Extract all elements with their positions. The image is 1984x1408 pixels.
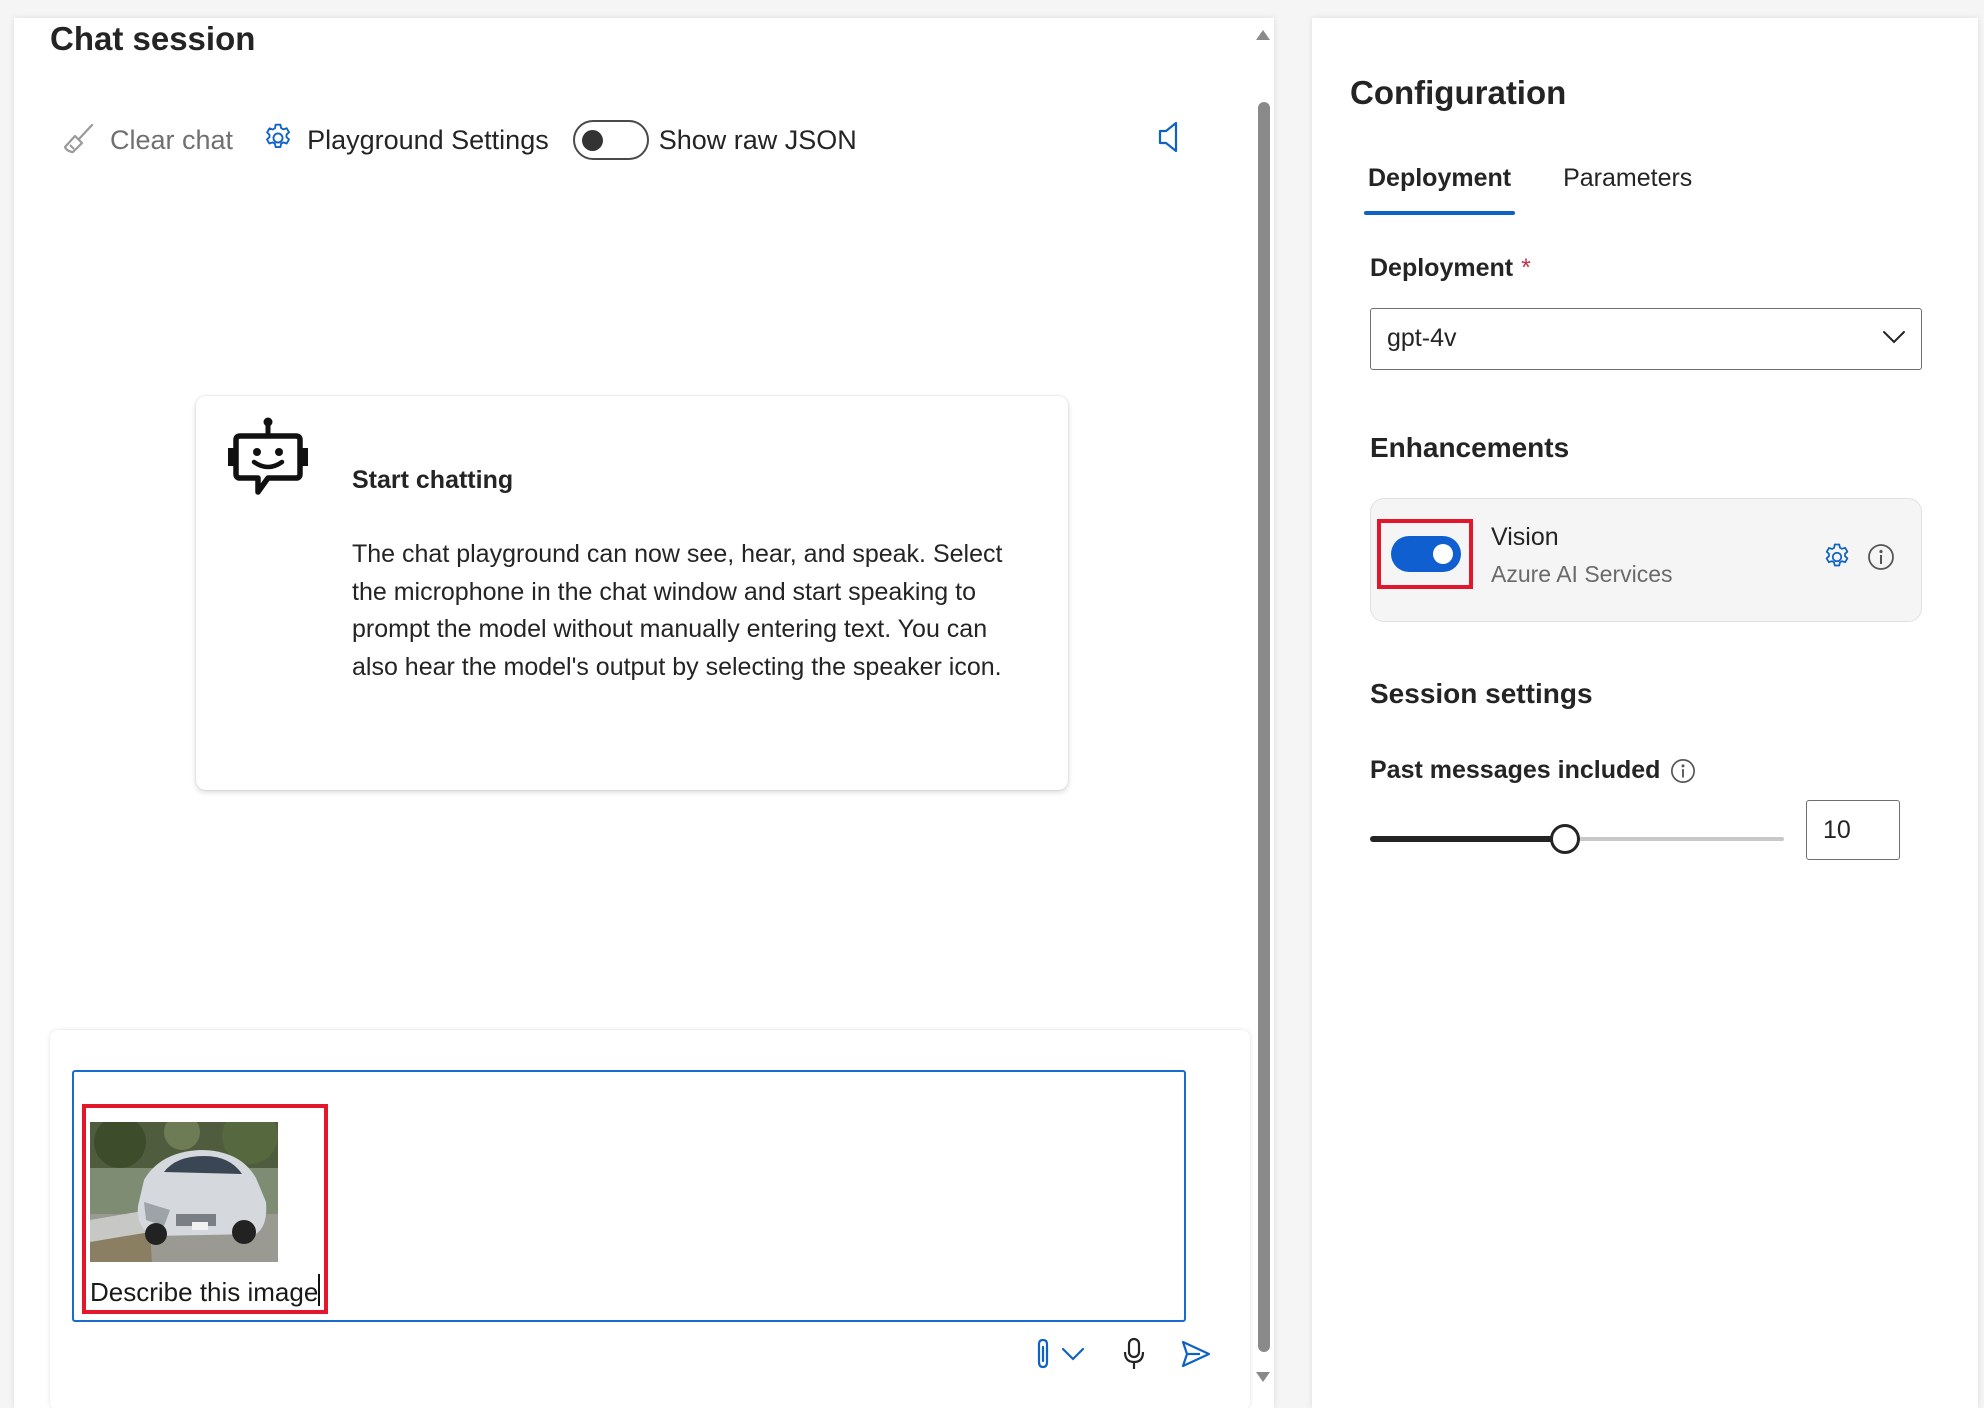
- vision-settings-button[interactable]: [1821, 541, 1853, 578]
- clear-chat-button[interactable]: Clear chat: [62, 121, 233, 160]
- speaker-icon: [1154, 121, 1184, 158]
- vision-enhancement-card: Vision Azure AI Services: [1370, 498, 1922, 622]
- info-icon: [1867, 544, 1895, 575]
- configuration-title: Configuration: [1350, 74, 1567, 111]
- show-raw-json-toggle[interactable]: Show raw JSON: [572, 120, 857, 160]
- start-chatting-heading: Start chatting: [352, 466, 514, 494]
- gear-icon: [261, 121, 295, 160]
- attach-menu-button[interactable]: [1060, 1346, 1086, 1367]
- chat-session-title: Chat session: [50, 20, 256, 57]
- tab-deployment[interactable]: Deployment: [1363, 164, 1516, 215]
- session-settings-heading: Session settings: [1370, 678, 1593, 709]
- chevron-down-icon: [1881, 329, 1907, 350]
- scrollbar-thumb[interactable]: [1258, 102, 1270, 1352]
- send-icon: [1180, 1339, 1212, 1374]
- deployment-dropdown[interactable]: gpt-4v: [1370, 308, 1922, 370]
- bot-icon: [228, 416, 308, 513]
- deployment-field-label: Deployment *: [1370, 254, 1531, 282]
- input-actions: [1032, 1337, 1212, 1376]
- start-chatting-body: The chat playground can now see, hear, a…: [352, 540, 1003, 681]
- scroll-down-arrow[interactable]: [1254, 1370, 1272, 1389]
- chat-input-text: Describe this image: [90, 1274, 321, 1308]
- raw-json-switch[interactable]: [572, 120, 649, 160]
- microphone-icon: [1122, 1337, 1146, 1376]
- chevron-down-icon: [1060, 1346, 1086, 1367]
- scroll-up-arrow[interactable]: [1254, 28, 1272, 47]
- past-messages-label: Past messages included: [1370, 756, 1696, 785]
- info-icon[interactable]: [1670, 758, 1696, 784]
- attach-button[interactable]: [1032, 1337, 1054, 1376]
- slider-fill: [1370, 836, 1565, 842]
- gear-icon: [1821, 543, 1853, 577]
- paperclip-icon: [1032, 1337, 1054, 1376]
- clear-chat-label: Clear chat: [110, 124, 234, 155]
- tab-parameters[interactable]: Parameters: [1563, 164, 1692, 215]
- broom-icon: [62, 121, 96, 160]
- text-caret: [318, 1274, 321, 1306]
- chat-toolbar: Clear chat Playground Settings Show raw …: [62, 104, 857, 176]
- car-photo-thumbnail[interactable]: [90, 1122, 278, 1262]
- past-messages-slider[interactable]: [1370, 824, 1784, 854]
- vision-enhancement-name: Vision: [1491, 523, 1559, 551]
- speaker-button[interactable]: [1154, 120, 1184, 159]
- vision-info-button[interactable]: [1867, 543, 1895, 576]
- past-messages-input[interactable]: 10: [1806, 800, 1900, 860]
- start-chatting-card: Start chatting The chat playground can n…: [196, 396, 1068, 790]
- slider-thumb[interactable]: [1549, 824, 1580, 854]
- chat-session-panel: Chat session Clear chat Playground Setti…: [14, 18, 1274, 1408]
- toggle-highlight-box: [1377, 519, 1473, 589]
- required-marker: *: [1521, 254, 1531, 282]
- playground-settings-button[interactable]: Playground Settings: [261, 121, 549, 160]
- configuration-panel: Configuration Deployment Parameters Depl…: [1312, 18, 1978, 1408]
- playground-settings-label: Playground Settings: [307, 124, 549, 155]
- vision-toggle[interactable]: [1391, 536, 1461, 572]
- chat-input-area: Describe this image: [50, 1030, 1250, 1408]
- enhancements-heading: Enhancements: [1370, 432, 1570, 463]
- config-tabs: Deployment Parameters: [1363, 164, 1692, 215]
- send-button[interactable]: [1180, 1339, 1212, 1374]
- chat-input[interactable]: Describe this image: [72, 1070, 1186, 1322]
- attachment-highlight-box: Describe this image: [82, 1104, 328, 1314]
- vision-enhancement-subtitle: Azure AI Services: [1491, 561, 1673, 587]
- microphone-button[interactable]: [1122, 1337, 1146, 1376]
- show-raw-json-label: Show raw JSON: [658, 124, 857, 155]
- deployment-selected-value: gpt-4v: [1387, 324, 1457, 352]
